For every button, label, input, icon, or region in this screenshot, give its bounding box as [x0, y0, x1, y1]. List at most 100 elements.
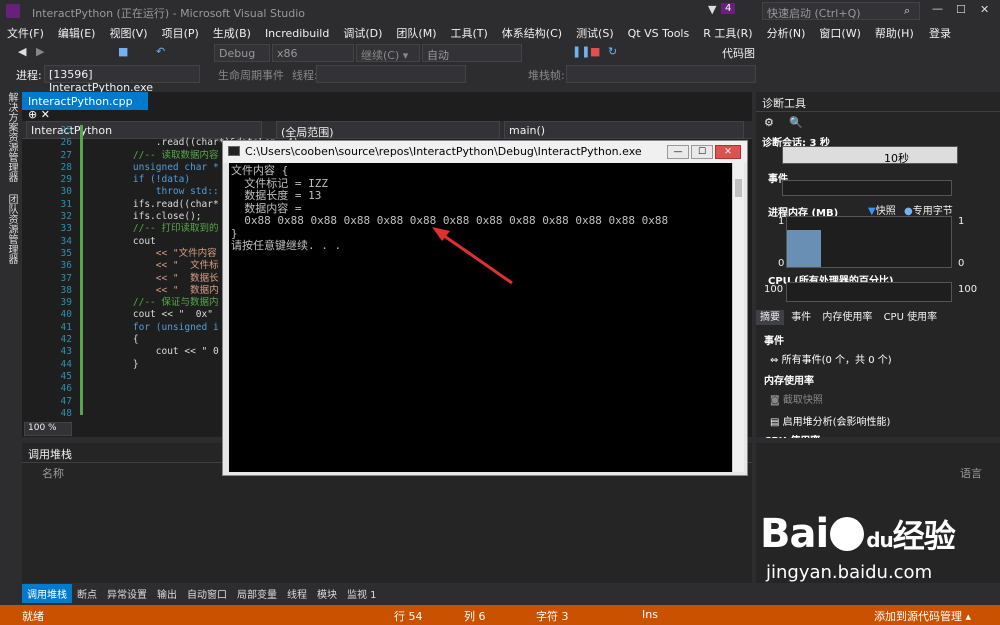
back-icon[interactable]: ◀ [18, 45, 26, 58]
console-scroll-thumb[interactable] [735, 179, 742, 197]
watermark-jingyan: 经验 [892, 517, 956, 555]
status-ready: 就绪 [22, 610, 44, 623]
private-bytes-legend: ●专用字节 [904, 206, 953, 217]
cpu-max-label-right: 100 [958, 284, 978, 295]
auto-select[interactable]: 自动 [422, 44, 522, 62]
lifecycle-events[interactable]: 生命周期事件 [218, 67, 284, 83]
watermark-paw-icon [830, 517, 865, 551]
minimize-button[interactable]: — [932, 2, 943, 15]
stop-icon[interactable]: ■ [590, 45, 600, 58]
menu-r-tools[interactable]: R 工具(R) [696, 22, 759, 44]
menu-tools[interactable]: 工具(T) [443, 22, 494, 44]
codemap-button[interactable]: 代码图 [722, 45, 755, 61]
console-output: 文件内容 { 文件标记 = IZZ 数据长度 = 13 数据内容 = 0x88 … [229, 163, 732, 472]
process-label: 进程: [16, 69, 42, 82]
tab-call-stack[interactable]: 调用堆栈 [22, 584, 72, 603]
console-app-icon [228, 146, 240, 156]
bottom-tabs: 调用堆栈 断点 异常设置 输出 自动窗口 局部变量 线程 模块 监视 1 [22, 584, 752, 603]
maximize-button[interactable]: ☐ [956, 3, 966, 16]
menu-file[interactable]: 文件(F) [0, 22, 51, 44]
menu-test[interactable]: 测试(S) [569, 22, 621, 44]
close-button[interactable]: ✕ [980, 3, 989, 16]
column-name[interactable]: 名称 [42, 465, 64, 481]
login-link[interactable]: 登录 [922, 22, 958, 44]
tab-locals[interactable]: 局部变量 [232, 584, 282, 603]
thread-select[interactable] [316, 65, 466, 83]
continue-button[interactable]: 继续(C) ▾ [356, 44, 420, 62]
tab-exception-settings[interactable]: 异常设置 [102, 584, 152, 603]
settings-icon[interactable]: ⚙ [764, 116, 774, 129]
tab-breakpoints[interactable]: 断点 [72, 584, 102, 603]
status-ins: Ins [642, 608, 658, 621]
debug-location-toolbar: 进程: [13596] InteractPython.exe 生命周期事件 线程… [0, 64, 760, 94]
undo-icon[interactable]: ↶ [156, 45, 165, 58]
menu-qt[interactable]: Qt VS Tools [621, 24, 697, 43]
cpu-graph[interactable] [786, 282, 952, 302]
menu-window[interactable]: 窗口(W) [812, 22, 867, 44]
process-select[interactable]: [13596] InteractPython.exe [44, 65, 200, 94]
all-events-link[interactable]: ⇔ 所有事件(0 个，共 0 个) [760, 348, 902, 369]
filter-icon[interactable]: ▼ [708, 3, 716, 16]
status-bar: 就绪 行 54 列 6 字符 3 Ins 添加到源代码管理 ▴ [0, 605, 1000, 625]
pause-icon[interactable]: ❚❚ [572, 45, 590, 58]
restart-icon[interactable]: ↻ [608, 45, 617, 58]
platform-select[interactable]: x86 [272, 44, 354, 62]
events-track [782, 180, 952, 196]
menu-project[interactable]: 项目(P) [155, 22, 206, 44]
solution-explorer-tab[interactable]: 解决方案资源管理器 [0, 86, 23, 188]
console-minimize-button[interactable]: — [667, 145, 689, 159]
notification-badge[interactable]: 4 [721, 3, 736, 14]
line-numbers: 25 26 27 28 29 30 31 32 33 34 35 36 37 38 39 40 41 42 43 44… [60, 125, 72, 419]
search-icon[interactable]: ⌕ [904, 4, 910, 18]
tab-output[interactable]: 输出 [152, 584, 182, 603]
tab-cpu-usage[interactable]: CPU 使用率 [880, 310, 942, 325]
quick-launch-input[interactable]: 快速启动 (Ctrl+Q) [762, 2, 920, 20]
menu-build[interactable]: 生成(B) [206, 22, 258, 44]
menu-analyze[interactable]: 分析(N) [760, 22, 813, 44]
console-scrollbar[interactable] [732, 163, 744, 472]
left-sidebar: 解决方案资源管理器 团队资源管理器 [0, 86, 22, 586]
menu-edit[interactable]: 编辑(E) [51, 22, 103, 44]
take-snapshot-button[interactable]: ◙ 截取快照 [760, 388, 833, 409]
add-to-source-control[interactable]: 添加到源代码管理 ▴ [874, 608, 971, 624]
forward-icon[interactable]: ▶ [36, 45, 44, 58]
tab-autos[interactable]: 自动窗口 [182, 584, 232, 603]
vs-logo-icon [6, 4, 20, 18]
menu-view[interactable]: 视图(V) [102, 22, 154, 44]
close-tab-icon[interactable]: ✕ [41, 108, 50, 121]
summary-events-heading: 事件 [764, 336, 784, 347]
diag-title: 诊断工具 [756, 92, 1000, 112]
summary-cpu-heading: CPU 使用率 [758, 430, 826, 438]
team-explorer-tab[interactable]: 团队资源管理器 [0, 188, 23, 270]
zoom-in-icon[interactable]: 🔍 [789, 116, 803, 129]
tab-modules[interactable]: 模块 [312, 584, 342, 603]
column-language[interactable]: 语言 [960, 465, 982, 481]
menu-help[interactable]: 帮助(H) [868, 22, 921, 44]
enable-heap-profiling-button[interactable]: ▤ 启用堆分析(会影响性能) [760, 410, 900, 431]
console-close-button[interactable]: ✕ [715, 145, 741, 159]
mem-max-label-right: 1 [958, 216, 965, 227]
pin-icon[interactable]: ⊕ [28, 108, 37, 121]
save-icon[interactable]: ■ [118, 45, 128, 58]
mem-max-label: 1 [778, 216, 785, 227]
tab-interactpython-cpp[interactable]: InteractPython.cpp ⊕ ✕ [22, 92, 148, 121]
tab-summary[interactable]: 摘要 [756, 310, 784, 325]
console-maximize-button[interactable]: ☐ [691, 145, 713, 159]
stackframe-select[interactable] [566, 65, 756, 83]
timeline-ruler[interactable] [782, 146, 958, 164]
console-window[interactable]: C:\Users\cooben\source\repos\InteractPyt… [222, 140, 748, 476]
menu-incredibuild[interactable]: Incredibuild [258, 24, 336, 43]
menu-team[interactable]: 团队(M) [389, 22, 443, 44]
zoom-select[interactable]: 100 % [24, 422, 72, 436]
tab-memory-usage[interactable]: 内存使用率 [818, 310, 876, 325]
mem-min-label-right: 0 [958, 258, 965, 269]
config-select[interactable]: Debug [214, 44, 270, 62]
memory-graph[interactable] [786, 216, 952, 268]
menu-bar: 文件(F) 编辑(E) 视图(V) 项目(P) 生成(B) Incredibuild 调试(… [0, 22, 1000, 42]
menu-debug[interactable]: 调试(D) [336, 22, 389, 44]
tab-events[interactable]: 事件 [787, 310, 815, 325]
tab-watch-1[interactable]: 监视 1 [342, 584, 382, 603]
tab-threads[interactable]: 线程 [282, 584, 312, 603]
menu-architecture[interactable]: 体系结构(C) [495, 22, 569, 44]
baidu-watermark: Bai du经验 jingyan.baidu.com [760, 512, 956, 583]
